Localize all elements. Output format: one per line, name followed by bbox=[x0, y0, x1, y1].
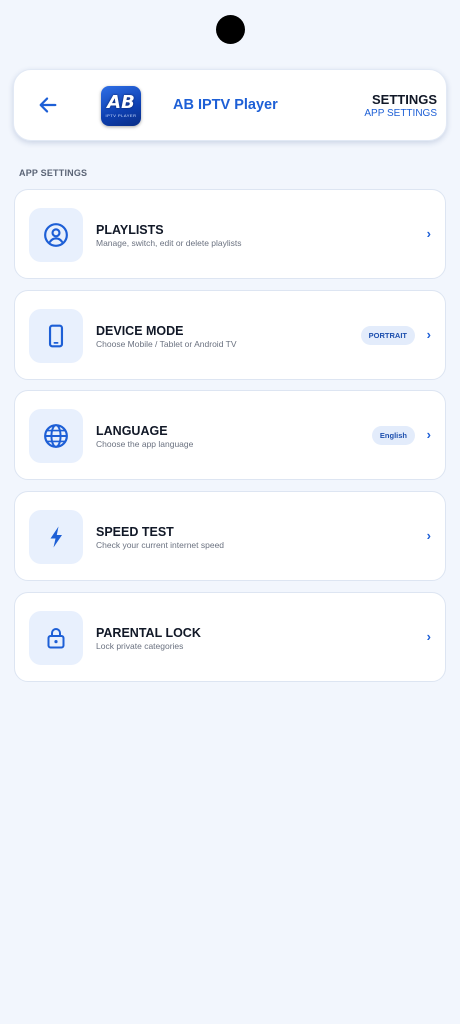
item-title: LANGUAGE bbox=[96, 424, 168, 438]
icon-box bbox=[29, 611, 83, 665]
item-description: Choose the app language bbox=[96, 439, 194, 449]
item-title: SPEED TEST bbox=[96, 525, 174, 539]
user-circle-icon bbox=[44, 223, 68, 247]
icon-box bbox=[29, 510, 83, 564]
globe-icon bbox=[44, 424, 68, 448]
app-header: AB IPTV PLAYER AB IPTV Player SETTINGS A… bbox=[13, 69, 447, 141]
page-subtitle: APP SETTINGS bbox=[364, 108, 437, 119]
icon-box bbox=[29, 208, 83, 262]
item-description: Lock private categories bbox=[96, 641, 184, 651]
item-description: Check your current internet speed bbox=[96, 540, 225, 550]
app-logo: AB IPTV PLAYER bbox=[101, 86, 141, 126]
lightning-bolt-icon bbox=[50, 526, 62, 548]
item-title: PLAYLISTS bbox=[96, 223, 164, 237]
chevron-right-icon: › bbox=[426, 327, 431, 342]
front-camera bbox=[216, 15, 245, 44]
chevron-right-icon: › bbox=[426, 629, 431, 644]
chevron-right-icon: › bbox=[426, 528, 431, 543]
settings-item-speed-test[interactable]: SPEED TEST Check your current internet s… bbox=[14, 491, 446, 581]
page-title: SETTINGS bbox=[371, 92, 437, 107]
item-description: Manage, switch, edit or delete playlists bbox=[96, 238, 242, 248]
smartphone-icon bbox=[48, 324, 64, 348]
lock-icon bbox=[47, 628, 65, 649]
back-button[interactable] bbox=[36, 93, 60, 117]
settings-item-playlists[interactable]: PLAYLISTS Manage, switch, edit or delete… bbox=[14, 189, 446, 279]
app-name: AB IPTV Player bbox=[173, 97, 278, 113]
section-label: APP SETTINGS bbox=[19, 168, 88, 178]
item-title: PARENTAL LOCK bbox=[96, 626, 201, 640]
item-title: DEVICE MODE bbox=[96, 324, 184, 338]
settings-item-device-mode[interactable]: DEVICE MODE Choose Mobile / Tablet or An… bbox=[14, 290, 446, 380]
settings-item-language[interactable]: LANGUAGE Choose the app language English… bbox=[14, 390, 446, 480]
icon-box bbox=[29, 309, 83, 363]
icon-box bbox=[29, 409, 83, 463]
language-badge: English bbox=[371, 426, 415, 445]
chevron-right-icon: › bbox=[426, 226, 431, 241]
logo-text: AB bbox=[107, 92, 135, 113]
chevron-right-icon: › bbox=[426, 427, 431, 442]
settings-item-parental-lock[interactable]: PARENTAL LOCK Lock private categories › bbox=[14, 592, 446, 682]
device-mode-badge: PORTRAIT bbox=[360, 326, 415, 345]
arrow-left-icon bbox=[39, 97, 57, 113]
item-description: Choose Mobile / Tablet or Android TV bbox=[96, 339, 237, 349]
page-heading: SETTINGS APP SETTINGS bbox=[364, 92, 437, 120]
logo-subtext: IPTV PLAYER bbox=[105, 113, 137, 118]
